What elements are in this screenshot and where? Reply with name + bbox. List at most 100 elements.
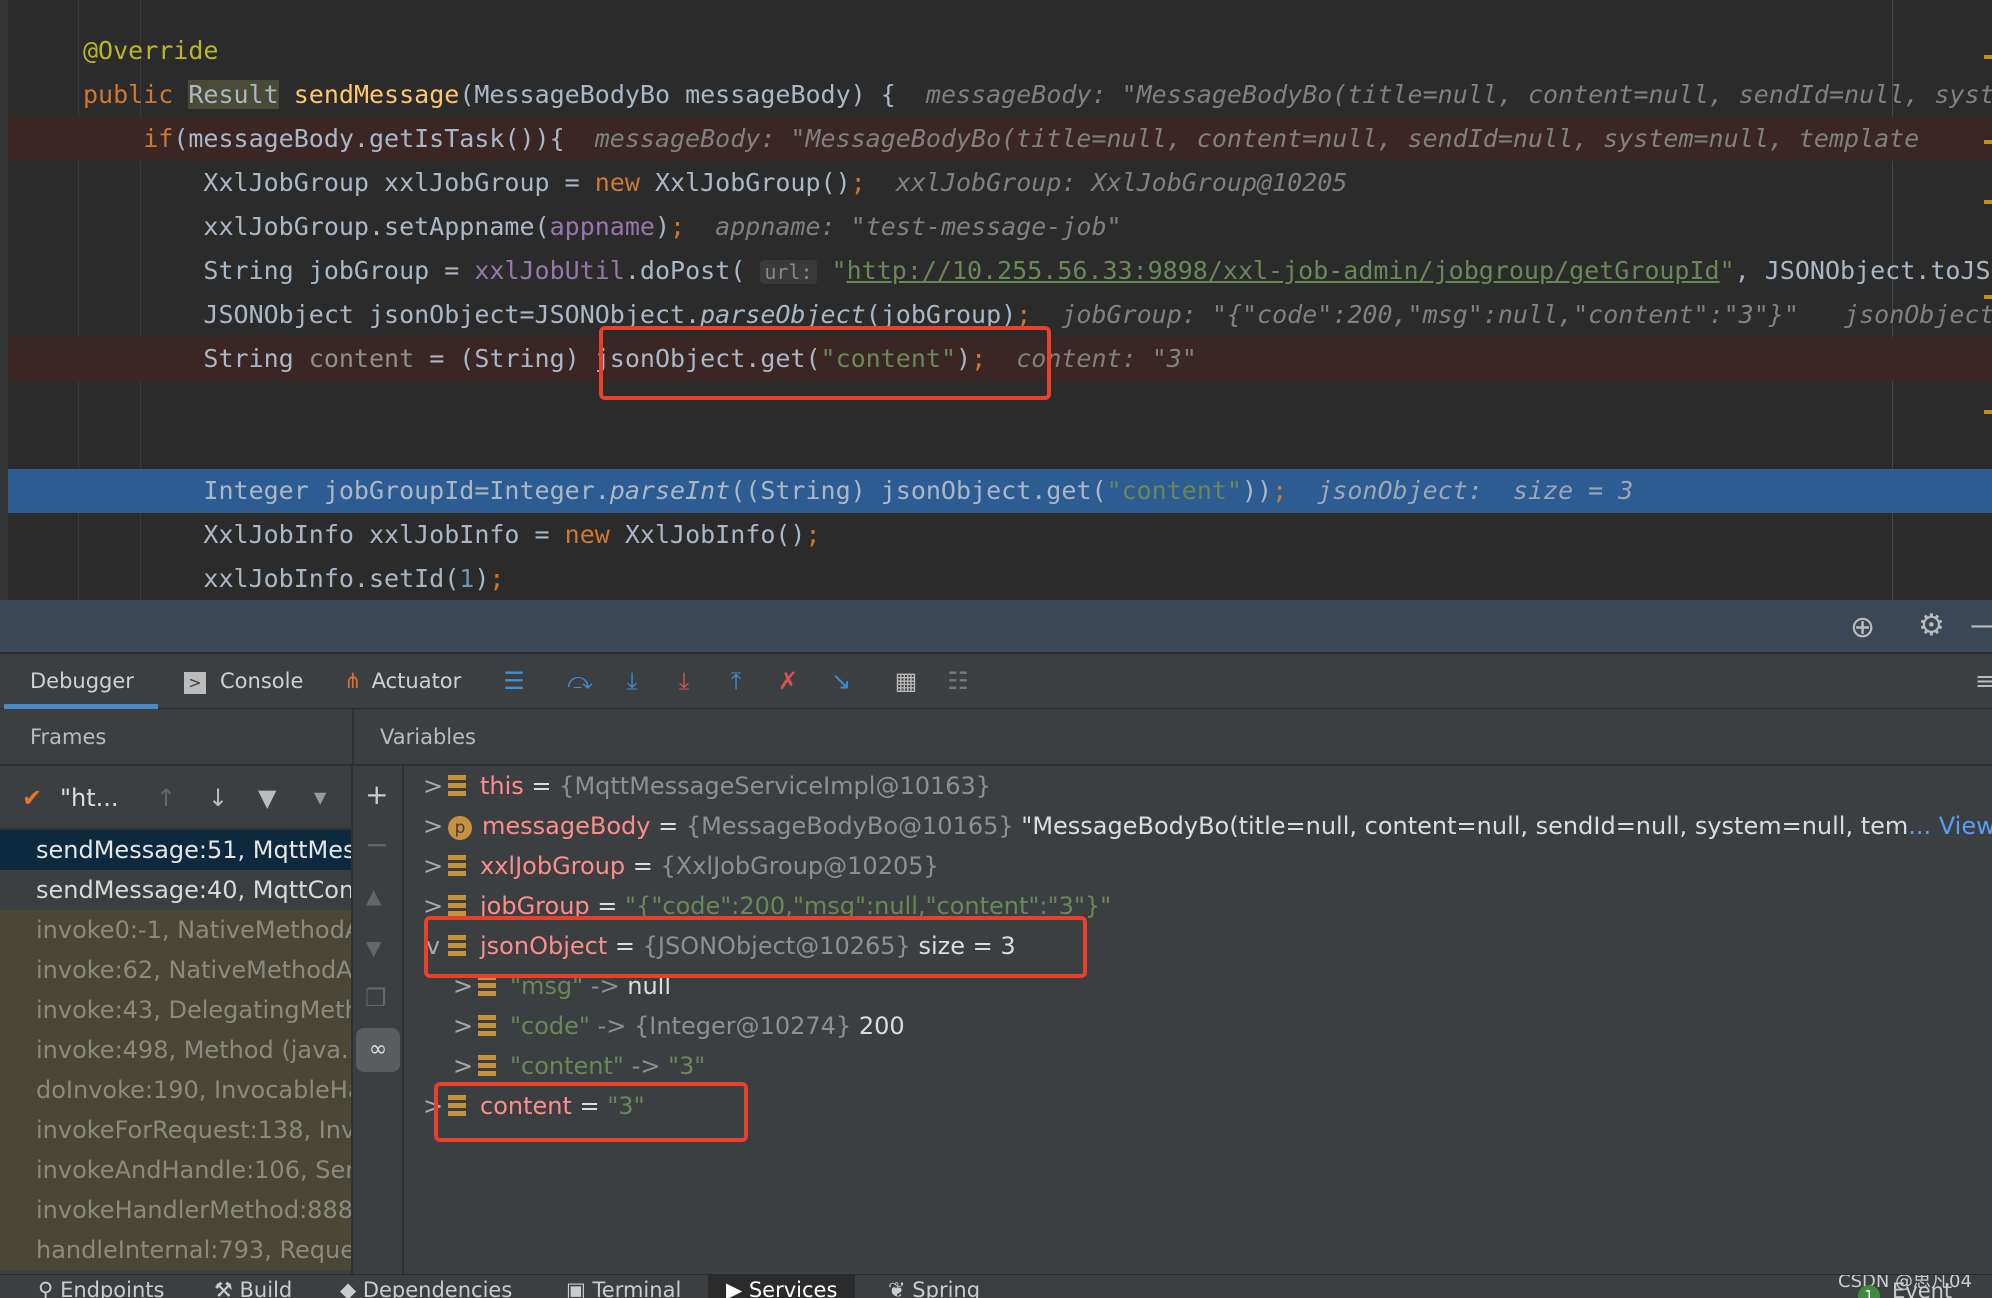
tab-debugger[interactable]: Debugger [30,654,134,709]
copy-icon[interactable]: ❐ [365,984,387,1012]
code-line[interactable] [8,425,1992,469]
code-token: ; [1016,300,1032,329]
variables-label: Variables [380,725,476,749]
force-step-into-icon[interactable]: ⤓ [669,666,699,696]
event-log-button[interactable]: Event Log [1892,1279,1992,1298]
tab-console[interactable]: > Console [184,654,303,709]
bottom-tab-terminal[interactable]: ▣ Terminal [566,1275,681,1298]
move-up-icon[interactable]: ▲ [366,884,381,908]
gear-icon[interactable]: ⚙ [1918,608,1945,643]
inline-debug-value: jsonObject: size = 3 [1287,476,1634,505]
code-token: ) [654,212,671,241]
code-line[interactable]: public Result sendMessage(MessageBodyBo … [8,73,1992,117]
view-link[interactable]: ... View [1908,812,1992,840]
editor-gutter[interactable] [0,0,8,600]
frame-item[interactable]: invokeHandlerMethod:888, RequestMappingH… [0,1190,351,1230]
trace-icon[interactable]: ☷ [943,666,973,696]
code-token: ; [1272,476,1288,505]
equals: = [650,812,686,840]
expand-icon[interactable]: > [418,806,448,846]
code-token: public [83,80,189,109]
frame-item[interactable]: handleInternal:793, RequestMappingHandle… [0,1230,351,1270]
code-token: parseInt [609,476,731,505]
code-editor[interactable]: @Override public Result sendMessage(Messa… [0,0,1992,600]
frame-item[interactable]: invoke:43, DelegatingMethodAccessorImpl [0,990,351,1030]
minimize-icon[interactable]: — [1970,608,1992,643]
terminal-icon: ▣ [566,1278,593,1298]
check-icon: ✔ [22,784,43,812]
step-out-icon[interactable]: ⤒ [721,666,751,696]
step-into-icon[interactable]: ⤓ [617,666,647,696]
frame-item[interactable]: invokeForRequest:138, InvocableHandlerMe… [0,1110,351,1150]
code-token: xxlJobGroup.setAppname( [83,212,550,241]
drop-frame-icon[interactable]: ✗ [773,666,803,696]
frame-item[interactable]: invoke:62, NativeMethodAccessorImpl [0,950,351,990]
step-over-icon[interactable]: ⤼ [565,666,595,696]
run-to-cursor-icon[interactable]: ↘ [826,666,856,696]
expand-icon[interactable]: > [448,1006,478,1046]
code-line[interactable]: XxlJobGroup xxlJobGroup = new XxlJobGrou… [8,161,1992,205]
code-token: ; [489,564,505,593]
inline-debug-value: xxlJobGroup: XxlJobGroup@10205 [865,168,1348,197]
expand-icon[interactable]: > [448,1046,478,1086]
code-token: appname [549,212,655,241]
frame-item[interactable]: invokeAndHandle:106, ServletInvocableHan… [0,1150,351,1190]
variable-row[interactable]: > "content" -> "3" [448,1046,705,1086]
thread-selector-row: ✔ "ht... ↑ ↓ ▼ ▼ [0,766,351,830]
code-token: @Override [83,36,219,65]
bottom-tab-build[interactable]: ⚒ Build [214,1275,292,1298]
bottom-tab-dependencies[interactable]: ◆ Dependencies [340,1275,512,1298]
previous-frame-icon[interactable]: ↑ [156,766,176,830]
frame-item[interactable]: invoke0:-1, NativeMethodAccessorImpl [0,910,351,950]
expand-icon[interactable]: > [418,766,448,806]
bottom-tab-spring[interactable]: ❦ Spring [888,1275,980,1298]
actuator-icon: ⋔ [344,669,362,693]
code-line[interactable]: xxlJobInfo.setId(1); [8,557,1992,600]
filter-icon[interactable]: ▼ [258,766,276,830]
code-line[interactable]: XxlJobInfo xxlJobInfo = new XxlJobInfo()… [8,513,1992,557]
crosshair-icon[interactable]: ⊕ [1850,610,1875,645]
url-link[interactable]: http://10.255.56.33:9898/xxl-job-admin/j… [847,256,1720,285]
scroll-marker [1984,200,1992,204]
scroll-marker [1984,55,1992,59]
add-watch-icon[interactable]: + [365,778,388,811]
evaluate-expression-icon[interactable]: ▦ [891,666,921,696]
frame-item[interactable]: doInvoke:190, InvocableHandlerMethod [0,1070,351,1110]
remove-watch-icon[interactable]: − [365,828,388,861]
breakpoint-line[interactable]: if(messageBody.getIsTask()){ messageBody… [8,117,1992,161]
variable-name: messageBody [482,812,651,840]
highlight-box-jsonobject [424,916,1087,978]
frame-item[interactable]: sendMessage:40, MqttController [0,870,351,910]
thread-selector[interactable]: "ht... [60,766,119,830]
tab-label: Debugger [30,669,134,693]
bottom-tab-endpoints[interactable]: ⚲ Endpoints [38,1275,164,1298]
variable-row[interactable]: > "code" -> {Integer@10274} 200 [448,1006,905,1046]
variable-row[interactable]: > p messageBody = {MessageBodyBo@10165} "M… [418,806,1992,846]
code-line[interactable]: String jobGroup = xxlJobUtil.doPost( url… [8,249,1992,293]
bottom-tab-services[interactable]: ▶ Services [708,1275,856,1298]
code-token: xxlJobInfo.setId( [83,564,460,593]
current-execution-line[interactable]: Integer jobGroupId=Integer.parseInt((Str… [8,469,1992,513]
expand-icon[interactable]: > [418,846,448,886]
tab-label: Actuator [371,669,462,693]
move-down-icon[interactable]: ▼ [366,936,381,960]
frame-item[interactable]: invoke:498, Method (java.lang.reflect) [0,1030,351,1070]
code-token: 1 [459,564,475,593]
code-line[interactable]: @Override [8,29,1992,73]
variable-row[interactable]: > this = {MqttMessageServiceImpl@10163} [418,766,991,806]
show-execution-point-icon[interactable]: ☰ [499,666,529,696]
show-watches-toggle[interactable]: ∞ [356,1028,400,1072]
next-frame-icon[interactable]: ↓ [208,766,228,830]
field-icon [478,1015,496,1037]
code-line[interactable]: xxlJobGroup.setAppname(appname); appname… [8,205,1992,249]
variable-row[interactable]: > xxlJobGroup = {XxlJobGroup@10205} [418,846,939,886]
tab-actuator[interactable]: ⋔ Actuator [344,654,461,709]
code-token: " [816,256,847,285]
code-token: new [594,168,655,197]
code-token: (MessageBodyBo messageBody) { [459,80,926,109]
frame-item[interactable]: sendMessage:51, MqttMessageServiceImpl [0,830,351,870]
more-icon[interactable]: ≡ [1970,666,1992,696]
dropdown-icon[interactable]: ▼ [314,766,326,830]
tab-label: Spring [912,1278,981,1298]
